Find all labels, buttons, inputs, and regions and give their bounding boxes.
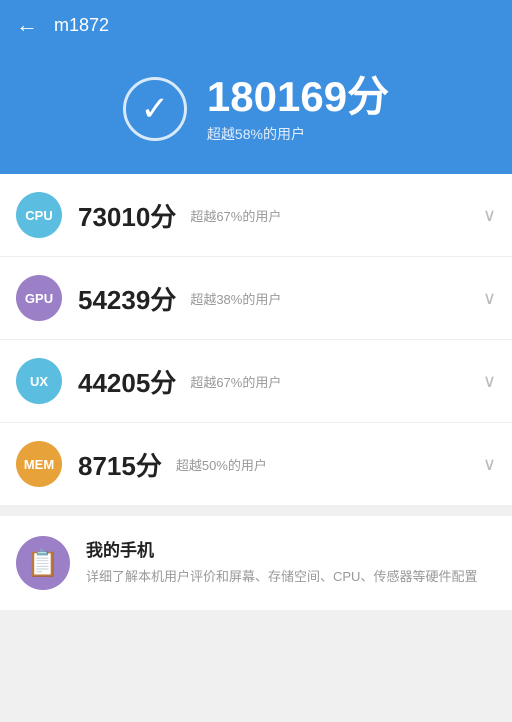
score-info: 180169分 超越58%的用户 <box>207 74 389 144</box>
mem-score-block: 8715分 超越50%的用户 <box>78 446 467 483</box>
chevron-down-icon: ∨ <box>483 205 496 226</box>
myphone-text-block: 我的手机 详细了解本机用户评价和屏幕、存储空间、CPU、传感器等硬件配置 <box>86 536 496 587</box>
phone-document-icon: 📋 <box>27 548 59 579</box>
category-row-mem[interactable]: MEM 8715分 超越50%的用户 ∨ <box>0 423 512 506</box>
myphone-icon-wrapper: 📋 <box>16 536 70 590</box>
category-row-cpu[interactable]: CPU 73010分 超越67%的用户 ∨ <box>0 174 512 257</box>
header: ← m1872 <box>0 0 512 50</box>
score-subtitle: 超越58%的用户 <box>207 124 389 144</box>
ux-percent: 超越67%的用户 <box>190 372 281 391</box>
myphone-title: 我的手机 <box>86 536 496 561</box>
gpu-score: 54239分 <box>78 280 176 317</box>
score-banner: ✓ 180169分 超越58%的用户 <box>0 50 512 174</box>
cpu-score-block: 73010分 超越67%的用户 <box>78 197 467 234</box>
category-row-gpu[interactable]: GPU 54239分 超越38%的用户 ∨ <box>0 257 512 340</box>
cpu-score: 73010分 <box>78 197 176 234</box>
gpu-score-block: 54239分 超越38%的用户 <box>78 280 467 317</box>
gpu-badge: GPU <box>16 275 62 321</box>
mem-badge: MEM <box>16 441 62 487</box>
total-score: 180169分 <box>207 74 389 120</box>
check-circle: ✓ <box>123 77 187 141</box>
back-button[interactable]: ← <box>16 12 38 38</box>
myphone-description: 详细了解本机用户评价和屏幕、存储空间、CPU、传感器等硬件配置 <box>86 567 496 587</box>
categories-list: CPU 73010分 超越67%的用户 ∨ GPU 54239分 超越38%的用… <box>0 174 512 506</box>
page-title: m1872 <box>54 15 109 36</box>
category-row-ux[interactable]: UX 44205分 超越67%的用户 ∨ <box>0 340 512 423</box>
ux-badge: UX <box>16 358 62 404</box>
chevron-down-icon: ∨ <box>483 454 496 475</box>
chevron-down-icon: ∨ <box>483 288 496 309</box>
checkmark-icon: ✓ <box>141 92 170 126</box>
chevron-down-icon: ∨ <box>483 371 496 392</box>
cpu-percent: 超越67%的用户 <box>190 206 281 225</box>
ux-score-block: 44205分 超越67%的用户 <box>78 363 467 400</box>
mem-score: 8715分 <box>78 446 162 483</box>
myphone-section[interactable]: 📋 我的手机 详细了解本机用户评价和屏幕、存储空间、CPU、传感器等硬件配置 <box>0 516 512 610</box>
cpu-badge: CPU <box>16 192 62 238</box>
gpu-percent: 超越38%的用户 <box>190 289 281 308</box>
mem-percent: 超越50%的用户 <box>176 455 267 474</box>
ux-score: 44205分 <box>78 363 176 400</box>
